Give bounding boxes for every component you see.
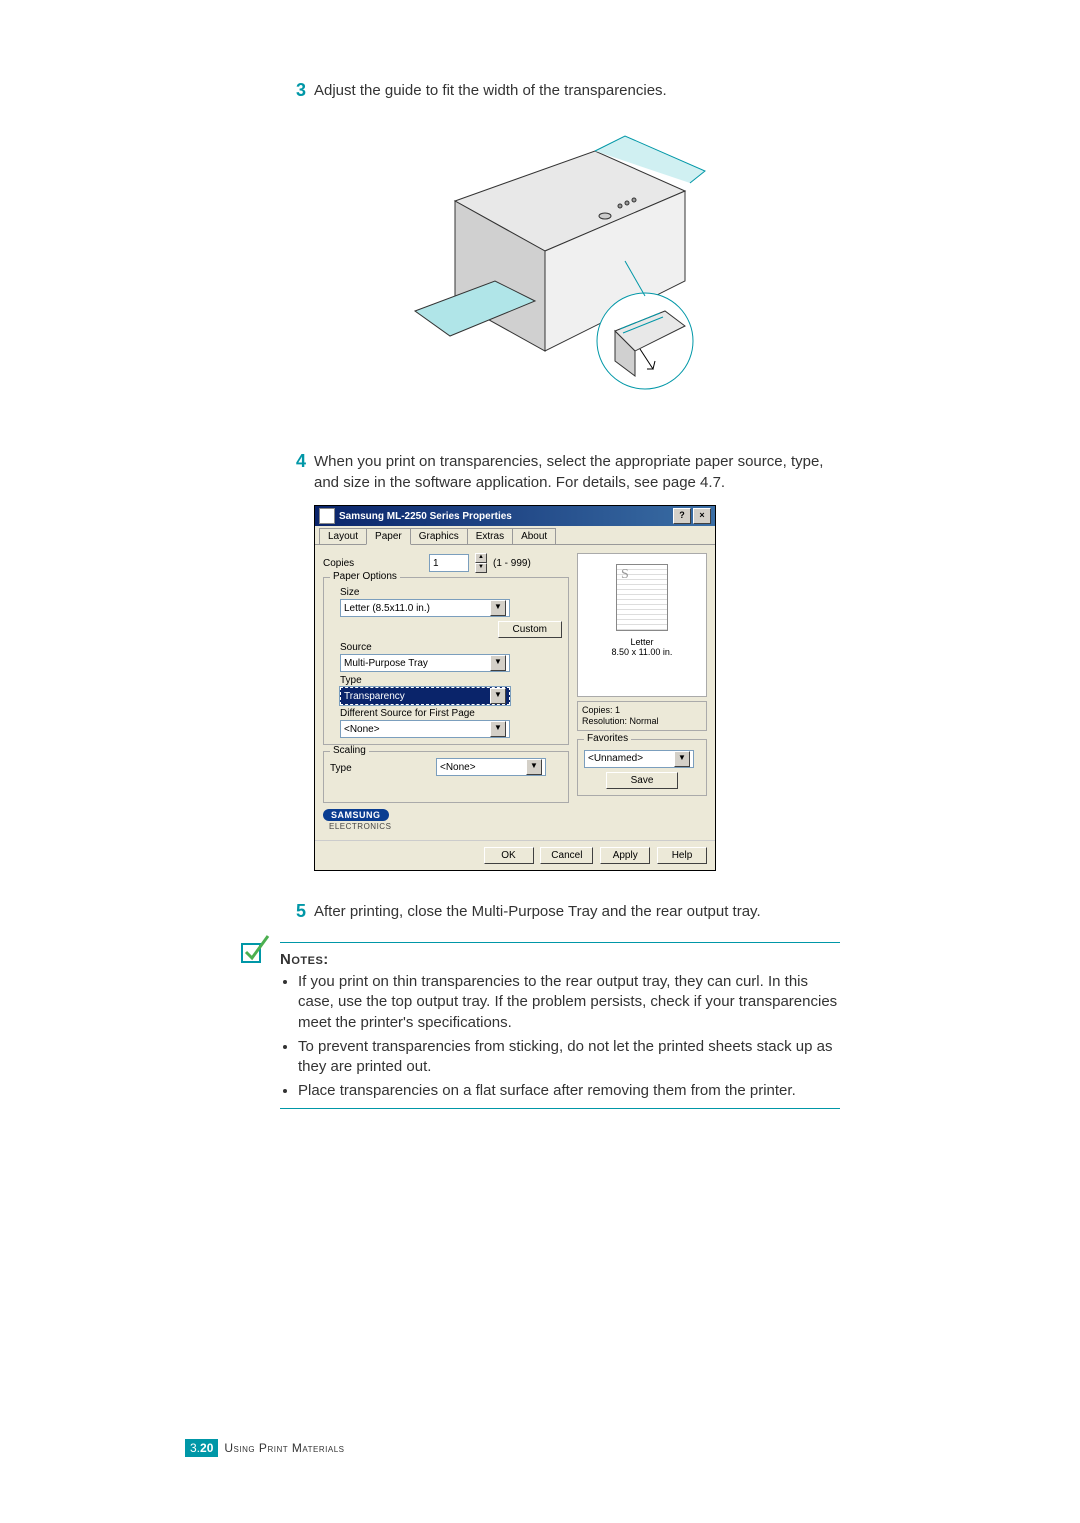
chapter-number: 3. — [190, 1441, 200, 1455]
step-number-3: 3 — [280, 80, 306, 101]
dialog-icon — [319, 508, 335, 524]
chevron-down-icon: ▼ — [490, 721, 506, 737]
apply-button[interactable]: Apply — [600, 847, 650, 864]
preview-page-icon — [616, 564, 668, 631]
notes-title: Notes: — [280, 951, 840, 968]
step-text-3: Adjust the guide to fit the width of the… — [314, 80, 840, 101]
help-button[interactable]: Help — [657, 847, 707, 864]
page-number: 20 — [200, 1441, 213, 1455]
tab-graphics[interactable]: Graphics — [410, 528, 468, 544]
note-item: To prevent transparencies from sticking,… — [298, 1037, 840, 1078]
copies-spinner[interactable]: ▲▼ — [475, 553, 487, 573]
step-text-5: After printing, close the Multi-Purpose … — [314, 901, 840, 922]
step-5: 5 After printing, close the Multi-Purpos… — [280, 901, 840, 922]
titlebar-help-button[interactable]: ? — [673, 508, 691, 524]
page-footer: 3.20 Using Print Materials — [185, 1439, 345, 1457]
diff-source-label: Different Source for First Page — [340, 708, 562, 719]
step-text-4: When you print on transparencies, select… — [314, 451, 840, 493]
favorites-value: <Unnamed> — [588, 753, 643, 764]
samsung-logo: SAMSUNG — [323, 809, 389, 821]
printer-illustration — [395, 111, 725, 411]
chevron-down-icon: ▼ — [674, 751, 690, 767]
tab-layout[interactable]: Layout — [319, 528, 367, 544]
dialog-screenshot: Samsung ML-2250 Series Properties ? × La… — [314, 505, 840, 871]
save-button[interactable]: Save — [606, 772, 679, 789]
size-select[interactable]: Letter (8.5x11.0 in.) ▼ — [340, 599, 510, 617]
cancel-button[interactable]: Cancel — [540, 847, 593, 864]
chevron-down-icon: ▼ — [490, 688, 506, 704]
source-select[interactable]: Multi-Purpose Tray ▼ — [340, 654, 510, 672]
chevron-down-icon: ▼ — [490, 655, 506, 671]
custom-button[interactable]: Custom — [498, 621, 562, 638]
scaling-title: Scaling — [330, 745, 369, 756]
scaling-group: Scaling Type <None> ▼ — [323, 751, 569, 803]
source-label: Source — [340, 642, 562, 653]
type-select[interactable]: Transparency ▼ — [340, 687, 510, 705]
notes-block: Notes: If you print on thin transparenci… — [280, 942, 840, 1109]
copies-label: Copies — [323, 558, 423, 569]
scaling-type-label: Type — [330, 763, 430, 774]
preview-paper: Letter — [584, 637, 700, 647]
tab-content: Copies ▲▼ (1 - 999) Paper Options Size L… — [315, 545, 715, 840]
copies-range: (1 - 999) — [493, 558, 531, 569]
titlebar-close-button[interactable]: × — [693, 508, 711, 524]
step-3: 3 Adjust the guide to fit the width of t… — [280, 80, 840, 101]
type-value: Transparency — [344, 691, 405, 702]
note-item: If you print on thin transparencies to t… — [298, 972, 840, 1033]
logo-area: SAMSUNG ELECTRONICS — [323, 809, 569, 832]
note-item: Place transparencies on a flat surface a… — [298, 1081, 840, 1101]
dialog-title: Samsung ML-2250 Series Properties — [339, 511, 512, 522]
page: 3 Adjust the guide to fit the width of t… — [0, 0, 1080, 1523]
scaling-value: <None> — [440, 762, 476, 773]
favorites-group: Favorites <Unnamed> ▼ Save — [577, 739, 707, 796]
preview-pane: Letter 8.50 x 11.00 in. — [577, 553, 707, 697]
divider — [280, 1108, 840, 1109]
chevron-down-icon: ▼ — [526, 759, 542, 775]
diff-source-select[interactable]: <None> ▼ — [340, 720, 510, 738]
section-title: Using Print Materials — [224, 1441, 344, 1455]
info-resolution: Resolution: Normal — [582, 716, 702, 727]
paper-options-group: Paper Options Size Letter (8.5x11.0 in.)… — [323, 577, 569, 745]
tab-about[interactable]: About — [512, 528, 556, 544]
size-value: Letter (8.5x11.0 in.) — [344, 603, 430, 614]
checkmark-icon — [240, 934, 270, 964]
type-label: Type — [340, 675, 562, 686]
chevron-down-icon: ▼ — [490, 600, 506, 616]
tab-extras[interactable]: Extras — [467, 528, 513, 544]
tab-paper[interactable]: Paper — [366, 528, 411, 545]
source-value: Multi-Purpose Tray — [344, 658, 428, 669]
step-4: 4 When you print on transparencies, sele… — [280, 451, 840, 493]
step-number-5: 5 — [280, 901, 306, 922]
favorites-title: Favorites — [584, 733, 631, 744]
scaling-select[interactable]: <None> ▼ — [436, 758, 546, 776]
dialog-tabs: Layout Paper Graphics Extras About — [315, 526, 715, 545]
diff-source-value: <None> — [344, 724, 380, 735]
size-label: Size — [340, 587, 562, 598]
page-number-badge: 3.20 — [185, 1439, 218, 1457]
copies-input[interactable] — [429, 554, 469, 572]
step-number-4: 4 — [280, 451, 306, 493]
paper-options-title: Paper Options — [330, 571, 400, 582]
ok-button[interactable]: OK — [484, 847, 534, 864]
info-copies: Copies: 1 — [582, 705, 702, 716]
preview-dims: 8.50 x 11.00 in. — [584, 647, 700, 657]
electronics-text: ELECTRONICS — [329, 822, 391, 831]
dialog-footer: OK Cancel Apply Help — [315, 840, 715, 870]
favorites-select[interactable]: <Unnamed> ▼ — [584, 750, 694, 768]
notes-list: If you print on thin transparencies to t… — [280, 972, 840, 1102]
dialog-titlebar: Samsung ML-2250 Series Properties ? × — [315, 506, 715, 526]
info-box: Copies: 1 Resolution: Normal — [577, 701, 707, 731]
properties-dialog: Samsung ML-2250 Series Properties ? × La… — [314, 505, 716, 871]
divider — [280, 942, 840, 943]
